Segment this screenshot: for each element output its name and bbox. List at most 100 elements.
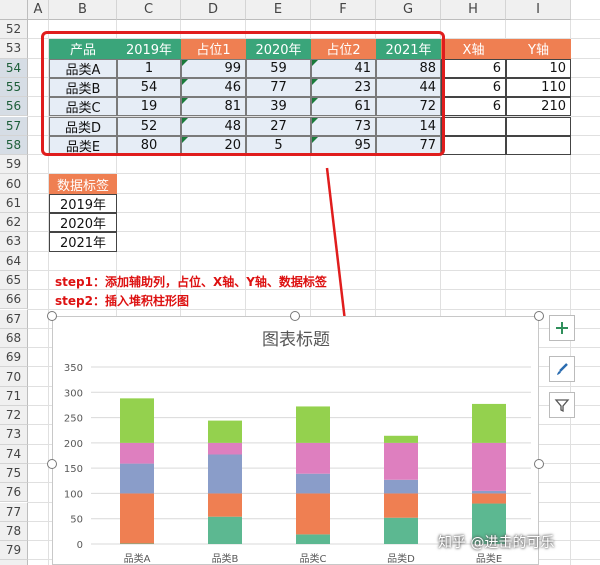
step-annotation: step1：添加辅助列，占位、X轴、Y轴、数据标签 — [55, 274, 327, 289]
label-cell[interactable]: 2020年 — [49, 213, 117, 233]
resize-handle[interactable] — [47, 459, 57, 469]
row-header[interactable]: 53 — [0, 39, 28, 59]
bar-segment[interactable] — [296, 534, 330, 544]
column-header[interactable]: G — [376, 0, 441, 20]
row-header[interactable]: 78 — [0, 521, 28, 542]
row-header[interactable]: 70 — [0, 367, 28, 387]
bar-segment[interactable] — [296, 442, 330, 474]
bar-segment[interactable] — [384, 435, 418, 443]
bar-segment[interactable] — [472, 493, 506, 504]
column-header[interactable]: D — [181, 0, 246, 20]
axis-cell[interactable] — [506, 116, 571, 136]
bar-segment[interactable] — [296, 473, 330, 494]
row-header[interactable]: 56 — [0, 97, 28, 117]
chart-area[interactable]: 图表标题 0 50 100 150 200 250 300 350 品类A 品类B 品类C 品类D 品类E — [52, 316, 539, 565]
column-header[interactable]: C — [117, 0, 181, 20]
axis-cell[interactable] — [441, 116, 506, 136]
axis-cell[interactable]: 6 — [441, 77, 506, 98]
label-cell[interactable]: 2019年 — [49, 193, 117, 213]
bar-segment[interactable] — [384, 493, 418, 518]
row-header[interactable]: 67 — [0, 309, 28, 329]
column-header[interactable]: I — [506, 0, 571, 20]
spreadsheet: A B C D E F G H I 52 53 54 55 56 57 58 59 60 61 62 63 64 65 66 6… — [0, 0, 600, 565]
row-header[interactable]: 64 — [0, 251, 28, 271]
stacked-bar-chart[interactable]: 图表标题 0 50 100 150 200 250 300 350 品类A 品类B 品类C 品类D 品类E — [53, 317, 540, 565]
row-header[interactable]: 54 — [0, 58, 28, 78]
brush-button[interactable] — [549, 356, 575, 382]
bar-segment[interactable] — [472, 490, 506, 494]
row-header[interactable]: 63 — [0, 232, 28, 252]
axis-cell[interactable]: 6 — [441, 58, 506, 78]
resize-handle[interactable] — [47, 311, 57, 321]
axis-cell[interactable]: 6 — [441, 97, 506, 117]
row-header[interactable]: 76 — [0, 483, 28, 503]
bar-segment[interactable] — [208, 420, 242, 443]
bar-segment[interactable] — [120, 398, 154, 443]
column-header[interactable]: H — [441, 0, 506, 20]
row-header[interactable]: 73 — [0, 425, 28, 445]
row-header[interactable]: 68 — [0, 328, 28, 349]
bar-segment[interactable] — [120, 543, 154, 544]
axis-cell[interactable]: 110 — [506, 77, 571, 98]
label-header-cell[interactable]: 数据标签 — [49, 174, 117, 194]
y-tick-label: 100 — [64, 489, 83, 500]
select-all-corner[interactable] — [0, 0, 28, 20]
row-header[interactable]: 58 — [0, 135, 28, 156]
column-header[interactable]: F — [311, 0, 376, 20]
row-header[interactable]: 74 — [0, 444, 28, 464]
row-header[interactable]: 57 — [0, 116, 28, 136]
row-header[interactable]: 71 — [0, 386, 28, 406]
bar-segment[interactable] — [384, 479, 418, 494]
bar-segment[interactable] — [120, 493, 154, 544]
axis-header-cell[interactable]: Y轴 — [506, 39, 571, 59]
axis-cell[interactable] — [441, 135, 506, 156]
bar-segment[interactable] — [120, 442, 154, 464]
brush-icon — [554, 361, 570, 377]
row-header[interactable]: 52 — [0, 20, 28, 40]
row-header[interactable]: 75 — [0, 463, 28, 484]
label-cell[interactable]: 2021年 — [49, 232, 117, 252]
axis-cell[interactable] — [506, 135, 571, 156]
bar-segment[interactable] — [208, 454, 242, 494]
row-header[interactable]: 65 — [0, 270, 28, 291]
step-annotation: step2：插入堆积柱形图 — [55, 294, 189, 309]
row-header[interactable]: 66 — [0, 290, 28, 310]
row-header[interactable]: 61 — [0, 193, 28, 213]
y-tick-label: 0 — [77, 540, 83, 551]
bar-segment[interactable] — [472, 403, 506, 443]
column-header[interactable]: A — [28, 0, 49, 20]
bar-segment[interactable] — [120, 463, 154, 494]
row-header[interactable]: 69 — [0, 348, 28, 368]
y-tick-label: 350 — [64, 363, 83, 374]
chart-title[interactable]: 图表标题 — [262, 330, 330, 350]
filter-icon — [554, 397, 570, 413]
row-header[interactable]: 77 — [0, 502, 28, 522]
y-tick-label: 50 — [70, 515, 83, 526]
row-header[interactable]: 79 — [0, 541, 28, 561]
bar-segment[interactable] — [208, 516, 242, 544]
axis-header-cell[interactable]: X轴 — [441, 39, 506, 59]
resize-handle[interactable] — [534, 311, 544, 321]
resize-handle[interactable] — [534, 459, 544, 469]
column-header[interactable]: B — [49, 0, 117, 20]
bar-segment[interactable] — [208, 442, 242, 455]
column-header[interactable]: E — [246, 0, 311, 20]
bar-segment[interactable] — [472, 442, 506, 491]
bar-segment[interactable] — [296, 406, 330, 443]
row-header[interactable]: 55 — [0, 77, 28, 98]
filter-button[interactable] — [549, 392, 575, 418]
axis-cell[interactable]: 10 — [506, 58, 571, 78]
plus-button[interactable] — [549, 315, 575, 341]
row-header[interactable]: 80 — [0, 560, 28, 565]
bar-segment[interactable] — [296, 493, 330, 535]
row-header[interactable]: 60 — [0, 174, 28, 194]
row-header[interactable]: 72 — [0, 406, 28, 426]
y-tick-label: 300 — [64, 388, 83, 399]
row-header[interactable]: 62 — [0, 213, 28, 233]
bar-segment[interactable] — [208, 493, 242, 517]
row-header[interactable]: 59 — [0, 155, 28, 175]
axis-cell[interactable]: 210 — [506, 97, 571, 117]
resize-handle[interactable] — [290, 311, 300, 321]
bar-segment[interactable] — [384, 517, 418, 544]
bar-segment[interactable] — [384, 442, 418, 480]
